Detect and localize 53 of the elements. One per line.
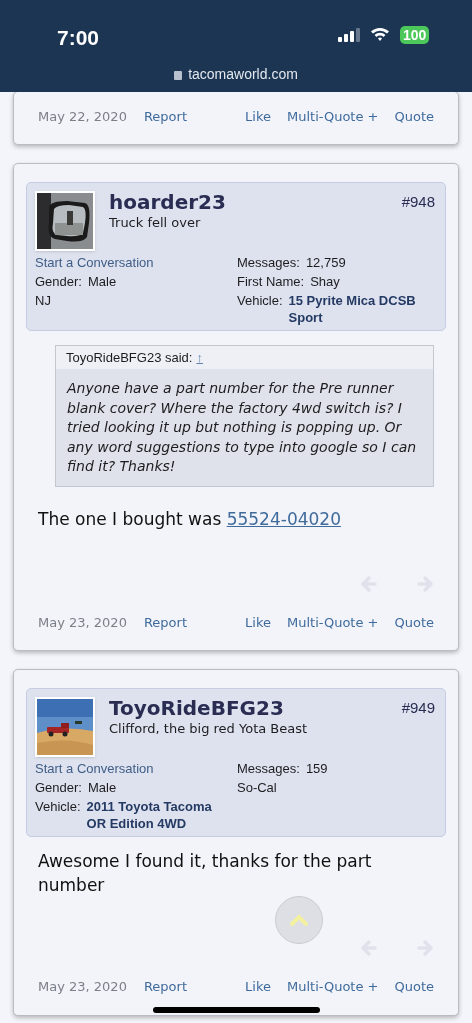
post-number[interactable]: #949 [401,697,435,720]
user-title: Clifford, the big red Yota Beast [109,720,308,738]
part-number-link[interactable]: 55524-04020 [226,508,341,529]
field-value: Male [88,272,117,291]
conversation-link[interactable]: Start a Conversation [35,759,237,778]
field-label: Gender: [35,779,82,797]
post-date: May 23, 2020 [38,613,127,632]
field-value: 159 [305,760,328,778]
action-link[interactable]: Quote [394,107,434,127]
message-text: Awesome I found it, thanks for the part number [37,850,373,897]
action-link[interactable]: Quote [394,612,434,632]
field-label: Vehicle: [237,291,283,310]
action-link[interactable]: Multi-Quote + [286,977,379,997]
post-date: May 23, 2020 [38,978,127,996]
field-value: 12,759 [305,253,346,272]
conversation-link[interactable]: Start a Conversation [35,252,237,272]
location-text: NJ [35,291,52,310]
jump-link[interactable]: ↑ [196,347,203,367]
user-title: Truck fell over [109,213,202,232]
post-date: May 22, 2020 [38,108,127,126]
username-link[interactable]: hoarder23 [109,190,226,213]
quote-text: Anyone have a part number for the Pre runner blank cover? Where the factory 4wd switch is? I tried looking it up but nothing is popping up. Or any word suggestions to type into google so I can find it? Thanks! [65,379,418,476]
action-link[interactable]: Multi-Quote + [286,107,379,127]
username-link[interactable]: ToyoRideBFG23 [109,697,308,719]
message-text: The one I bought was 55524-04020 [37,507,342,531]
action-link[interactable]: Quote [394,977,434,997]
report-link[interactable]: Report [143,107,187,127]
chevron-up-icon [289,914,309,926]
field-value: Male [88,779,117,797]
action-link[interactable]: Like [245,107,271,127]
battery-indicator: 100 [400,26,430,44]
field-label: Gender: [35,272,82,291]
quote-author: ToyoRideBFG23 said: [66,348,193,367]
action-link[interactable]: Multi-Quote + [286,612,379,632]
field-label: Messages: [237,253,300,272]
lock-icon [174,71,183,80]
report-link[interactable]: Report [143,977,187,997]
report-link[interactable]: Report [143,612,187,632]
post-number[interactable]: #948 [401,190,435,213]
field-label: Messages: [237,760,300,778]
scroll-top-button[interactable] [275,896,323,944]
action-link[interactable]: Like [245,612,271,632]
action-link[interactable]: Like [245,977,271,997]
clock-time: 7:00 [57,25,100,51]
field-label: First Name: [237,272,305,291]
field-label: Vehicle: [35,798,81,816]
vehicle-value: 15 Pyrite Mica DCSB Sport [288,291,417,326]
vehicle-value: 2011 Toyota Tacoma OR Edition 4WD [86,798,213,832]
location-text: So-Cal [237,779,278,797]
signal-icon [338,28,360,42]
url-text: tacomaworld.com [188,65,298,84]
field-value: Shay [310,272,340,291]
wifi-icon [370,26,390,42]
